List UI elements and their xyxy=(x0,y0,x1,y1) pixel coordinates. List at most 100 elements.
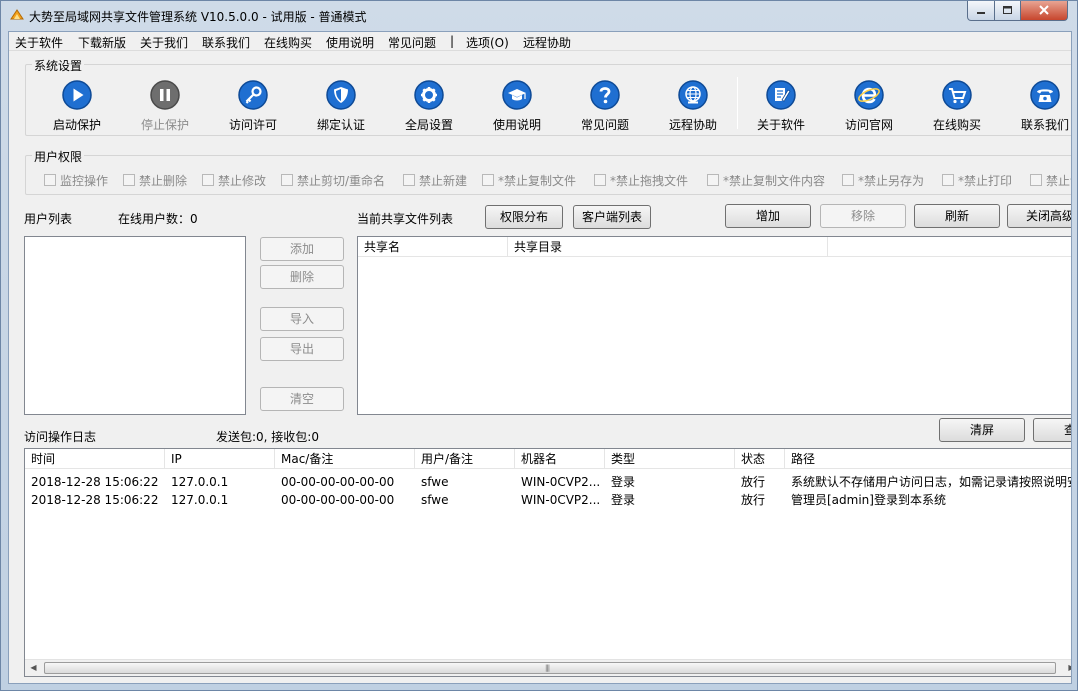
column-mac[interactable]: Mac/备注 xyxy=(275,449,415,469)
menu-buy-online[interactable]: 在线购买 xyxy=(264,34,312,51)
column-status[interactable]: 状态 xyxy=(735,449,785,469)
checkbox-box xyxy=(707,174,719,186)
shield-icon xyxy=(325,79,357,111)
remote-assist-button[interactable]: 远程协助 xyxy=(653,79,733,135)
minimize-icon xyxy=(968,1,994,20)
remote-assist-label: 远程协助 xyxy=(653,116,733,133)
checkbox-label: 禁止新建 xyxy=(419,172,467,189)
user-permissions-title: 用户权限 xyxy=(32,148,84,165)
share-list-header: 共享名 共享目录 xyxy=(358,237,1072,257)
log-horizontal-scrollbar[interactable]: ◀ ||| ▶ xyxy=(25,659,1072,676)
client-area: 关于软件 下载新版 关于我们 联系我们 在线购买 使用说明 常见问题 | 选项(… xyxy=(8,31,1072,684)
clear-users-button[interactable]: 清空 xyxy=(260,387,344,411)
user-listbox[interactable] xyxy=(24,236,246,415)
share-list-title: 当前共享文件列表 xyxy=(357,210,453,227)
export-button[interactable]: 导出 xyxy=(260,337,344,361)
add-user-button[interactable]: 添加 xyxy=(260,237,344,261)
menu-about-software[interactable]: 关于软件 xyxy=(15,34,63,51)
app-logo-icon xyxy=(9,7,25,23)
faq-label: 常见问题 xyxy=(565,116,645,133)
document-pen-icon xyxy=(765,79,797,111)
client-list-button[interactable]: 客户端列表 xyxy=(573,205,651,229)
column-path[interactable]: 路径 xyxy=(785,449,1072,469)
log-row[interactable]: 2018-12-28 15:06:22 127.0.0.1 00-00-00-0… xyxy=(25,491,1072,509)
checkbox-box xyxy=(942,174,954,186)
pause-icon xyxy=(149,79,181,111)
access-permission-label: 访问许可 xyxy=(213,116,293,133)
log-cell-machine: WIN-0CVP2... xyxy=(515,491,605,509)
view-log-button[interactable]: 查看 xyxy=(1033,418,1072,442)
cart-icon xyxy=(941,79,973,111)
log-cell-time: 2018-12-28 15:06:22 xyxy=(25,491,165,509)
system-settings-group: 系统设置 启动保护 停止保护 xyxy=(25,64,1072,136)
faq-button[interactable]: 常见问题 xyxy=(565,79,645,135)
column-user[interactable]: 用户/备注 xyxy=(415,449,515,469)
phone-icon xyxy=(1029,79,1061,111)
log-row[interactable]: 2018-12-28 15:06:22 127.0.0.1 00-00-00-0… xyxy=(25,473,1072,491)
title-bar[interactable]: 大势至局域网共享文件管理系统 V10.5.0.0 - 试用版 - 普通模式 xyxy=(1,1,1077,31)
scroll-grip-icon: ||| xyxy=(545,664,549,672)
checkbox-label: 禁止删除 xyxy=(139,172,187,189)
access-log-list-view[interactable]: 时间 IP Mac/备注 用户/备注 机器名 类型 状态 路径 2018-12-… xyxy=(24,448,1072,677)
menu-faq[interactable]: 常见问题 xyxy=(388,34,436,51)
checkbox-label: *禁止打印 xyxy=(958,172,1012,189)
menu-download[interactable]: 下载新版 xyxy=(78,34,126,51)
column-machine[interactable]: 机器名 xyxy=(515,449,605,469)
minimize-button[interactable] xyxy=(967,1,995,21)
checkbox-label: *禁止拖拽文件 xyxy=(610,172,688,189)
menu-help[interactable]: 使用说明 xyxy=(326,34,374,51)
add-share-button[interactable]: 增加 xyxy=(725,204,811,228)
scroll-left-arrow-icon[interactable]: ◀ xyxy=(25,660,42,676)
menu-contact[interactable]: 联系我们 xyxy=(202,34,250,51)
checkbox-box xyxy=(44,174,56,186)
app-window: 大势至局域网共享文件管理系统 V10.5.0.0 - 试用版 - 普通模式 关于… xyxy=(0,0,1078,691)
user-permissions-group: 用户权限 监控操作 禁止删除 禁止修改 禁止剪切/重命名 禁止新建 *禁止复制文… xyxy=(25,155,1072,195)
permission-distribution-button[interactable]: 权限分布 xyxy=(485,205,563,229)
delete-user-button[interactable]: 删除 xyxy=(260,265,344,289)
remove-share-button[interactable]: 移除 xyxy=(820,204,906,228)
start-protect-button[interactable]: 启动保护 xyxy=(37,79,117,135)
buy-online-button[interactable]: 在线购买 xyxy=(917,79,997,135)
checkbox-box xyxy=(123,174,135,186)
checkbox-box xyxy=(842,174,854,186)
checkbox-label: *禁止复制文件 xyxy=(498,172,576,189)
share-list-view[interactable]: 共享名 共享目录 xyxy=(357,236,1072,415)
menu-options[interactable]: 选项(O) xyxy=(466,34,509,51)
close-advanced-button[interactable]: 关闭高级 xyxy=(1007,204,1072,228)
contact-us-button[interactable]: 联系我们 xyxy=(1005,79,1072,135)
bind-auth-button[interactable]: 绑定认证 xyxy=(301,79,381,135)
play-icon xyxy=(61,79,93,111)
column-type[interactable]: 类型 xyxy=(605,449,735,469)
column-share-name[interactable]: 共享名 xyxy=(358,237,508,257)
contact-us-label: 联系我们 xyxy=(1005,116,1072,133)
global-settings-button[interactable]: 全局设置 xyxy=(389,79,469,135)
usage-guide-label: 使用说明 xyxy=(477,116,557,133)
column-share-path[interactable]: 共享目录 xyxy=(508,237,828,257)
bind-auth-label: 绑定认证 xyxy=(301,116,381,133)
access-log-title: 访问操作日志 xyxy=(24,428,96,445)
maximize-button[interactable] xyxy=(994,1,1021,21)
visit-website-button[interactable]: 访问官网 xyxy=(829,79,909,135)
about-software-label: 关于软件 xyxy=(741,116,821,133)
refresh-button[interactable]: 刷新 xyxy=(914,204,1000,228)
menu-remote-assist[interactable]: 远程协助 xyxy=(523,34,571,51)
log-cell-machine: WIN-0CVP2... xyxy=(515,473,605,491)
scroll-right-arrow-icon[interactable]: ▶ xyxy=(1063,660,1072,676)
import-button[interactable]: 导入 xyxy=(260,307,344,331)
stop-protect-button[interactable]: 停止保护 xyxy=(125,79,205,135)
close-button[interactable] xyxy=(1020,1,1068,21)
log-cell-path: 系统默认不存储用户访问日志，如需记录请按照说明安 xyxy=(785,473,1072,491)
log-cell-status: 放行 xyxy=(735,473,785,491)
column-time[interactable]: 时间 xyxy=(25,449,165,469)
menu-about-us[interactable]: 关于我们 xyxy=(140,34,188,51)
usage-guide-button[interactable]: 使用说明 xyxy=(477,79,557,135)
globe-icon xyxy=(677,79,709,111)
column-ip[interactable]: IP xyxy=(165,449,275,469)
about-software-button[interactable]: 关于软件 xyxy=(741,79,821,135)
buy-online-label: 在线购买 xyxy=(917,116,997,133)
scroll-thumb[interactable]: ||| xyxy=(44,662,1056,674)
clear-log-button[interactable]: 清屏 xyxy=(939,418,1025,442)
log-cell-ip: 127.0.0.1 xyxy=(165,473,275,491)
visit-website-label: 访问官网 xyxy=(829,116,909,133)
access-permission-button[interactable]: 访问许可 xyxy=(213,79,293,135)
